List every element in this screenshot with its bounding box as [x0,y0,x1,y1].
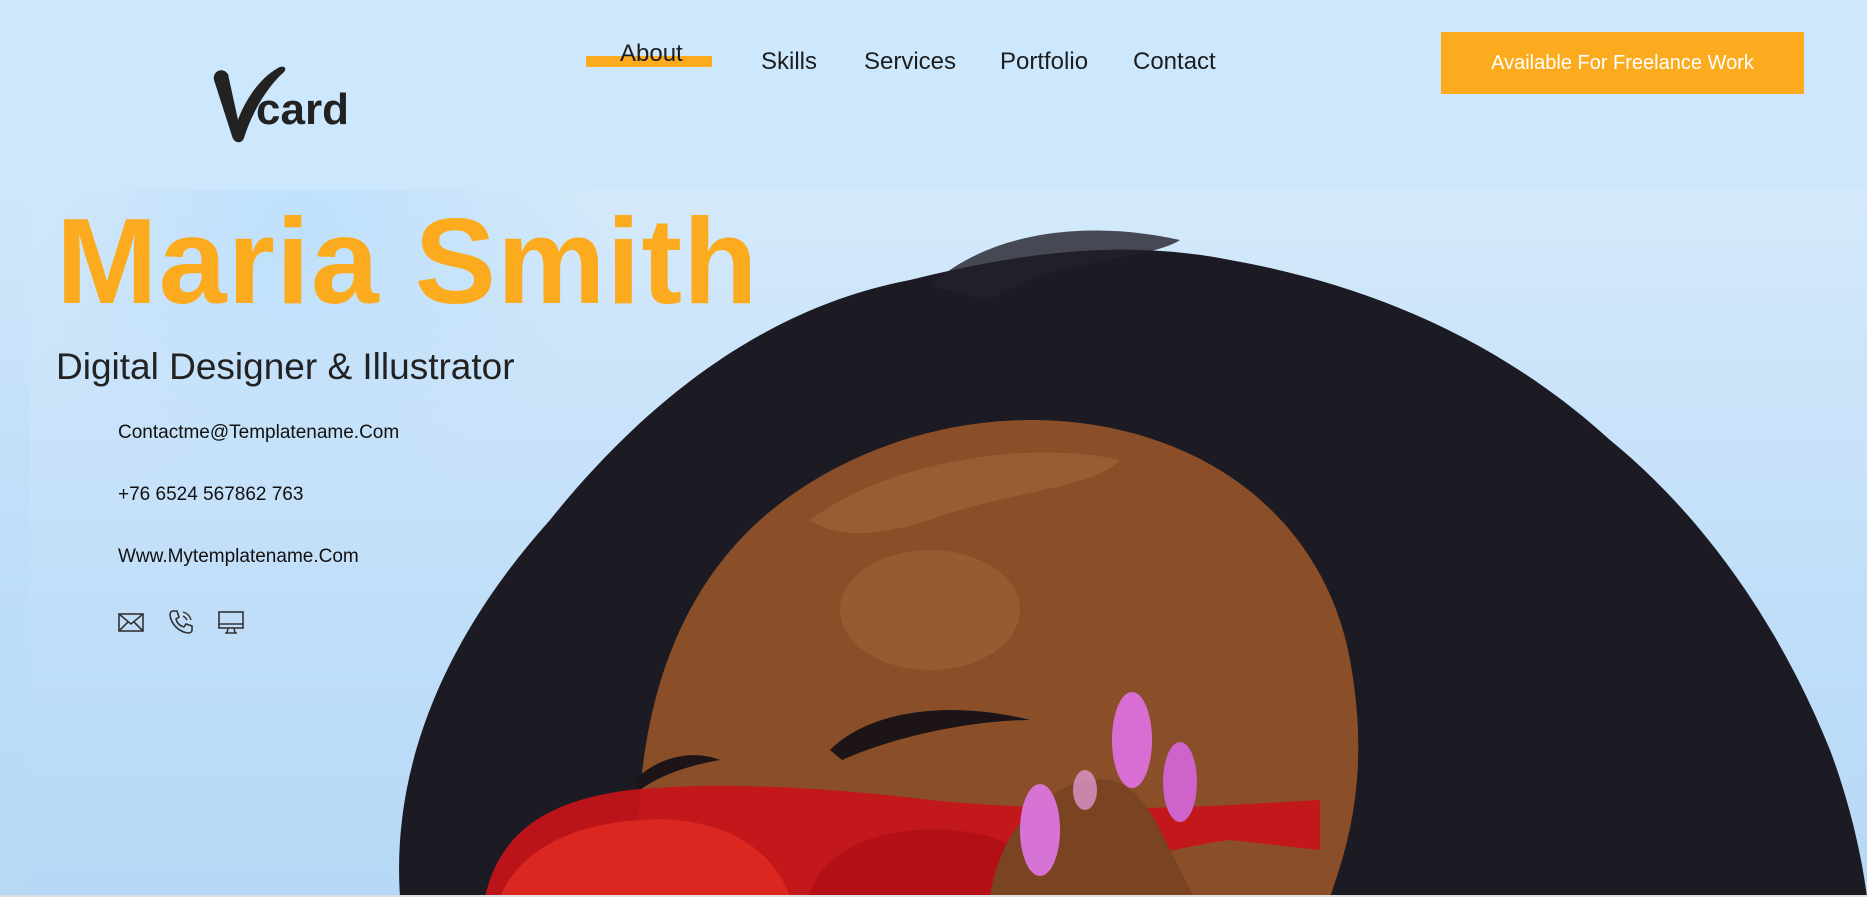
phone-icon[interactable] [167,608,195,636]
nav-contact[interactable]: Contact [1133,48,1216,76]
contact-phone[interactable]: +76 6524 567862 763 [118,484,303,506]
nav-label: About [620,40,683,67]
logo-text: card [256,85,349,134]
hero-title: Digital Designer & Illustrator [56,346,515,387]
freelance-button[interactable]: Available For Freelance Work [1441,32,1804,94]
contact-email[interactable]: Contactme@Templatename.Com [118,422,399,444]
hero-name: Maria Smith [56,193,759,329]
nav-services[interactable]: Services [864,48,956,76]
monitor-icon[interactable] [217,608,245,636]
nav-label: Portfolio [1000,48,1089,75]
nav-label: Skills [761,48,818,75]
contact-website[interactable]: Www.Mytemplatename.Com [118,546,359,568]
nav-about[interactable]: About [586,40,712,68]
nav-portfolio[interactable]: Portfolio [1000,48,1088,76]
site-header: card About Skills Services Portfolio Con… [0,0,1867,190]
hero-left-strip [0,190,30,897]
hero-section: Maria Smith Digital Designer & Illustrat… [0,190,1867,897]
nav-label: Services [864,48,957,75]
vcard-logo[interactable]: card [208,62,368,146]
mail-icon[interactable] [117,608,145,636]
nav-label: Contact [1133,48,1216,75]
nav-skills[interactable]: Skills [761,48,817,76]
